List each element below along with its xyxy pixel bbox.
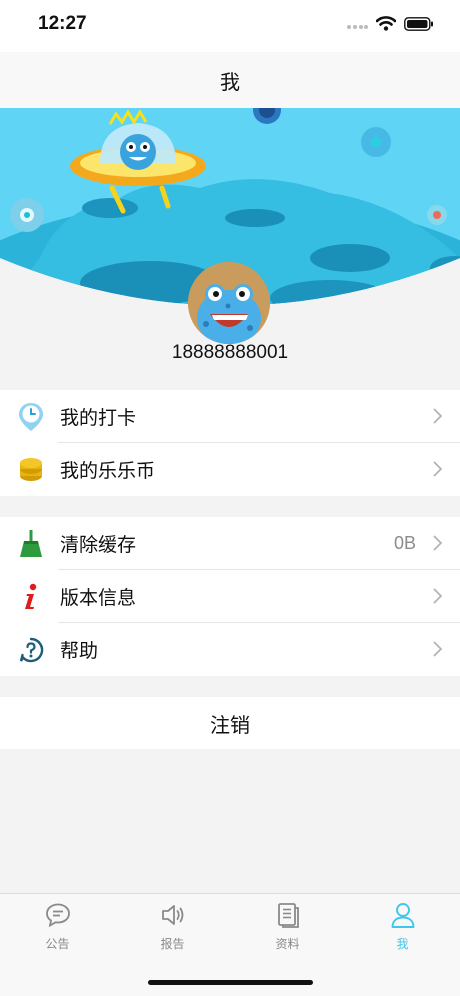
page-title: 我 — [220, 69, 240, 94]
coin-stack-icon — [17, 455, 45, 485]
logout-button[interactable]: 注销 — [0, 697, 460, 749]
menu-item-clear-cache[interactable]: 清除缓存 0B — [0, 517, 460, 570]
clock-pin-icon — [17, 402, 45, 432]
tab-announcements[interactable]: 公告 — [0, 902, 115, 954]
menu-label: 帮助 — [60, 640, 99, 662]
menu-item-checkin[interactable]: 我的打卡 — [0, 390, 460, 443]
chevron-right-icon — [433, 588, 443, 608]
tab-label: 公告 — [45, 937, 70, 951]
menu-label: 我的乐乐币 — [60, 460, 156, 482]
nav-bar: 我 — [0, 52, 460, 108]
tab-reports[interactable]: 报告 — [115, 902, 230, 954]
info-icon — [17, 582, 45, 612]
menu-label: 版本信息 — [60, 587, 137, 609]
speaker-icon — [160, 902, 186, 932]
menu-item-coins[interactable]: 我的乐乐币 — [0, 443, 460, 496]
tab-label: 我 — [396, 937, 409, 951]
status-bar: 12:27 — [0, 0, 460, 52]
person-icon — [390, 902, 416, 932]
broom-icon — [17, 529, 45, 559]
tab-materials[interactable]: 资料 — [230, 902, 345, 954]
profile-banner: 18888888001 — [0, 108, 460, 390]
user-phone: 18888888001 — [171, 342, 289, 363]
menu-group-1: 我的打卡 我的乐乐币 — [0, 390, 460, 496]
document-icon — [275, 902, 301, 932]
tab-label: 报告 — [160, 937, 185, 951]
status-icons — [346, 16, 434, 35]
battery-icon — [404, 16, 434, 35]
cache-size-value: 0B — [393, 533, 416, 553]
chevron-right-icon — [433, 641, 443, 661]
menu-item-version[interactable]: 版本信息 — [0, 570, 460, 623]
status-time: 12:27 — [38, 13, 87, 34]
chat-bubble-icon — [45, 902, 71, 932]
tab-label: 资料 — [275, 937, 300, 951]
signal-icon — [346, 16, 368, 35]
wifi-icon — [375, 16, 397, 35]
avatar-monster-icon — [188, 262, 270, 344]
avatar[interactable] — [188, 262, 270, 344]
menu-label: 清除缓存 — [60, 534, 137, 556]
chevron-right-icon — [433, 408, 443, 428]
menu-item-help[interactable]: 帮助 — [0, 623, 460, 676]
home-indicator[interactable] — [148, 980, 313, 985]
help-icon — [17, 635, 45, 665]
logout-label: 注销 — [210, 712, 250, 737]
menu-group-2: 清除缓存 0B 版本信息 帮助 — [0, 517, 460, 676]
menu-label: 我的打卡 — [60, 407, 137, 429]
tab-me[interactable]: 我 — [345, 902, 460, 954]
chevron-right-icon — [433, 461, 443, 481]
chevron-right-icon — [433, 535, 443, 555]
